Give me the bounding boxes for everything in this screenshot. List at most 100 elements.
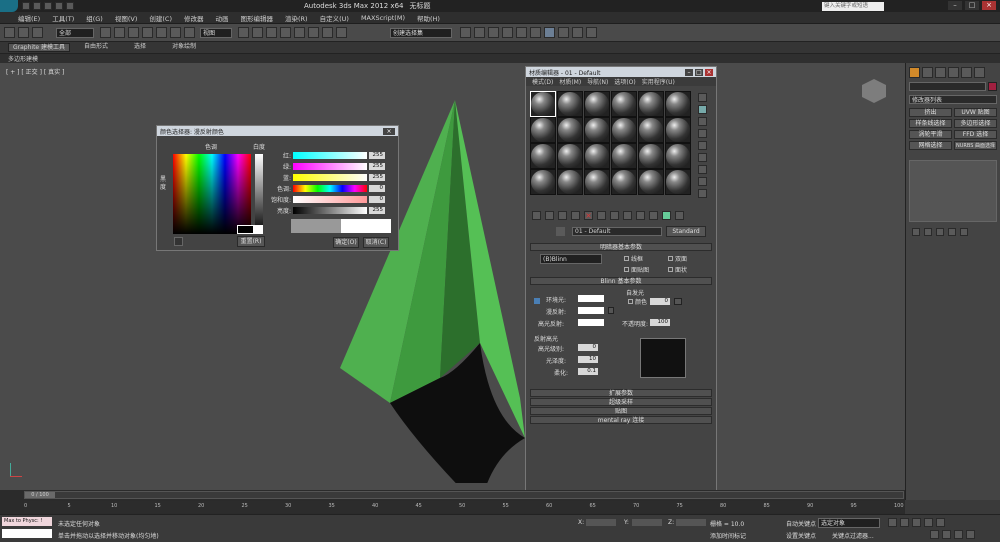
reset-button[interactable]: 重置(R) (237, 236, 265, 247)
named-selection-dropdown[interactable]: 创建选择集 (390, 28, 452, 38)
hue-slider[interactable] (293, 185, 367, 192)
me-close-icon[interactable]: × (705, 68, 713, 76)
sample-slot[interactable] (638, 143, 664, 169)
key-filters-button[interactable]: 关键点过滤器... (832, 531, 874, 540)
menu-graph-editors[interactable]: 图形编辑器 (241, 13, 274, 23)
select-by-name-icon[interactable] (114, 27, 125, 38)
sample-slot[interactable] (557, 143, 583, 169)
maps-rollout[interactable]: 贴图 (530, 407, 712, 415)
mental-ray-rollout[interactable]: mental ray 连接 (530, 416, 712, 424)
object-color-swatch[interactable] (988, 82, 997, 91)
search-input[interactable]: 键入关键字或短语 (822, 1, 884, 11)
red-spinner[interactable]: 255 (369, 152, 385, 159)
mirror-icon[interactable] (460, 27, 471, 38)
self-illum-map-button[interactable] (674, 298, 682, 305)
menu-rendering[interactable]: 渲染(R) (285, 13, 308, 23)
render-production-icon[interactable] (586, 27, 597, 38)
value-slider[interactable] (293, 207, 367, 214)
save-file-icon[interactable] (44, 2, 52, 10)
material-id-channel-icon[interactable] (623, 211, 632, 220)
modifier-list-dropdown[interactable]: 修改器列表 (909, 95, 997, 104)
rect-selection-icon[interactable] (128, 27, 139, 38)
saturation-slider[interactable] (293, 196, 367, 203)
x-coord-field[interactable] (586, 519, 616, 526)
menu-create[interactable]: 创建(C) (149, 13, 172, 23)
sample-slot[interactable] (665, 117, 691, 143)
selected-objects-dropdown[interactable]: 选定对象 (818, 518, 880, 528)
specular-level-spinner[interactable]: 0 (578, 344, 598, 351)
rendered-frame-window-icon[interactable] (572, 27, 583, 38)
go-to-parent-icon[interactable] (662, 211, 671, 220)
viewport-label[interactable]: [ + ] [ 正交 ] [ 真实 ] (6, 67, 64, 76)
maxscript-input[interactable] (2, 529, 52, 538)
y-coord-field[interactable] (632, 519, 662, 526)
menu-maxscript[interactable]: MAXScript(M) (361, 14, 405, 22)
ambient-color-swatch[interactable] (578, 295, 604, 302)
sample-slot[interactable] (557, 169, 583, 195)
tab-object-paint[interactable]: 对象绘制 (160, 43, 208, 52)
window-crossing-icon[interactable] (142, 27, 153, 38)
self-illum-color-checkbox[interactable]: 颜色 (628, 297, 647, 306)
angle-snap-icon[interactable] (294, 27, 305, 38)
material-name-field[interactable]: 01 - Default (572, 227, 662, 236)
sample-slot[interactable] (557, 117, 583, 143)
utilities-tab-icon[interactable] (974, 67, 985, 78)
soften-spinner[interactable]: 0.1 (578, 368, 598, 375)
me-minimize-icon[interactable]: – (685, 68, 693, 76)
sample-slot[interactable] (638, 117, 664, 143)
me-menu-modes[interactable]: 模式(D) (532, 77, 553, 86)
next-frame-icon[interactable] (924, 518, 933, 527)
undo-icon[interactable] (55, 2, 63, 10)
hue-blackness-field[interactable] (173, 154, 251, 234)
sample-slot[interactable] (665, 169, 691, 195)
sample-slot[interactable] (611, 91, 637, 117)
blue-slider[interactable] (293, 174, 367, 181)
tab-graphite-modeling[interactable]: Graphite 建模工具 (8, 43, 71, 52)
select-manipulate-icon[interactable] (252, 27, 263, 38)
blinn-basic-rollout[interactable]: Blinn 基本参数 (530, 277, 712, 285)
create-tab-icon[interactable] (909, 67, 920, 78)
maxscript-mini-listener[interactable]: Max to Physc: ! (2, 517, 52, 526)
me-menu-navigation[interactable]: 导航(N) (587, 77, 608, 86)
graphite-toggle-icon[interactable] (502, 27, 513, 38)
tab-selection[interactable]: 选择 (122, 43, 158, 52)
opacity-spinner[interactable]: 100 (650, 319, 670, 326)
move-icon[interactable] (156, 27, 167, 38)
bind-space-warp-icon[interactable] (32, 27, 43, 38)
curve-editor-icon[interactable] (516, 27, 527, 38)
minimize-icon[interactable]: – (948, 1, 962, 10)
uvw-map-button[interactable]: UVW 贴图 (954, 108, 997, 117)
sample-slot[interactable] (584, 91, 610, 117)
whiteness-slider[interactable] (255, 154, 263, 234)
configure-sets-icon[interactable] (960, 228, 968, 236)
turbosmooth-button[interactable]: 涡轮平滑 (909, 130, 952, 139)
make-unique-icon[interactable] (936, 228, 944, 236)
sample-slot[interactable] (611, 143, 637, 169)
keyboard-shortcut-icon[interactable] (266, 27, 277, 38)
time-slider-track[interactable]: 0 / 100 (24, 491, 904, 499)
faceted-checkbox[interactable]: 面状 (668, 265, 712, 274)
face-map-checkbox[interactable]: 面贴图 (624, 265, 668, 274)
me-menu-utilities[interactable]: 实用程序(U) (642, 77, 675, 86)
modify-tab-icon[interactable] (922, 67, 933, 78)
background-icon[interactable] (698, 117, 707, 126)
saturation-spinner[interactable]: 0 (369, 196, 385, 203)
green-spinner[interactable]: 255 (369, 163, 385, 170)
redo-icon[interactable] (66, 2, 74, 10)
hue-spinner[interactable]: 0 (369, 185, 385, 192)
sample-type-icon[interactable] (698, 93, 707, 102)
sample-slot[interactable] (584, 169, 610, 195)
put-to-scene-icon[interactable] (545, 211, 554, 220)
me-maximize-icon[interactable]: □ (695, 68, 703, 76)
menu-help[interactable]: 帮助(H) (417, 13, 440, 23)
show-end-result-icon[interactable] (924, 228, 932, 236)
align-icon[interactable] (474, 27, 485, 38)
object-name-field[interactable] (909, 82, 986, 91)
auto-key-button[interactable]: 自动关键点 (786, 519, 816, 528)
percent-snap-icon[interactable] (308, 27, 319, 38)
material-editor-icon[interactable] (544, 27, 555, 38)
ffd-select-button[interactable]: FFD 选择 (954, 130, 997, 139)
rotate-icon[interactable] (170, 27, 181, 38)
select-object-icon[interactable] (100, 27, 111, 38)
sample-slot[interactable] (530, 169, 556, 195)
